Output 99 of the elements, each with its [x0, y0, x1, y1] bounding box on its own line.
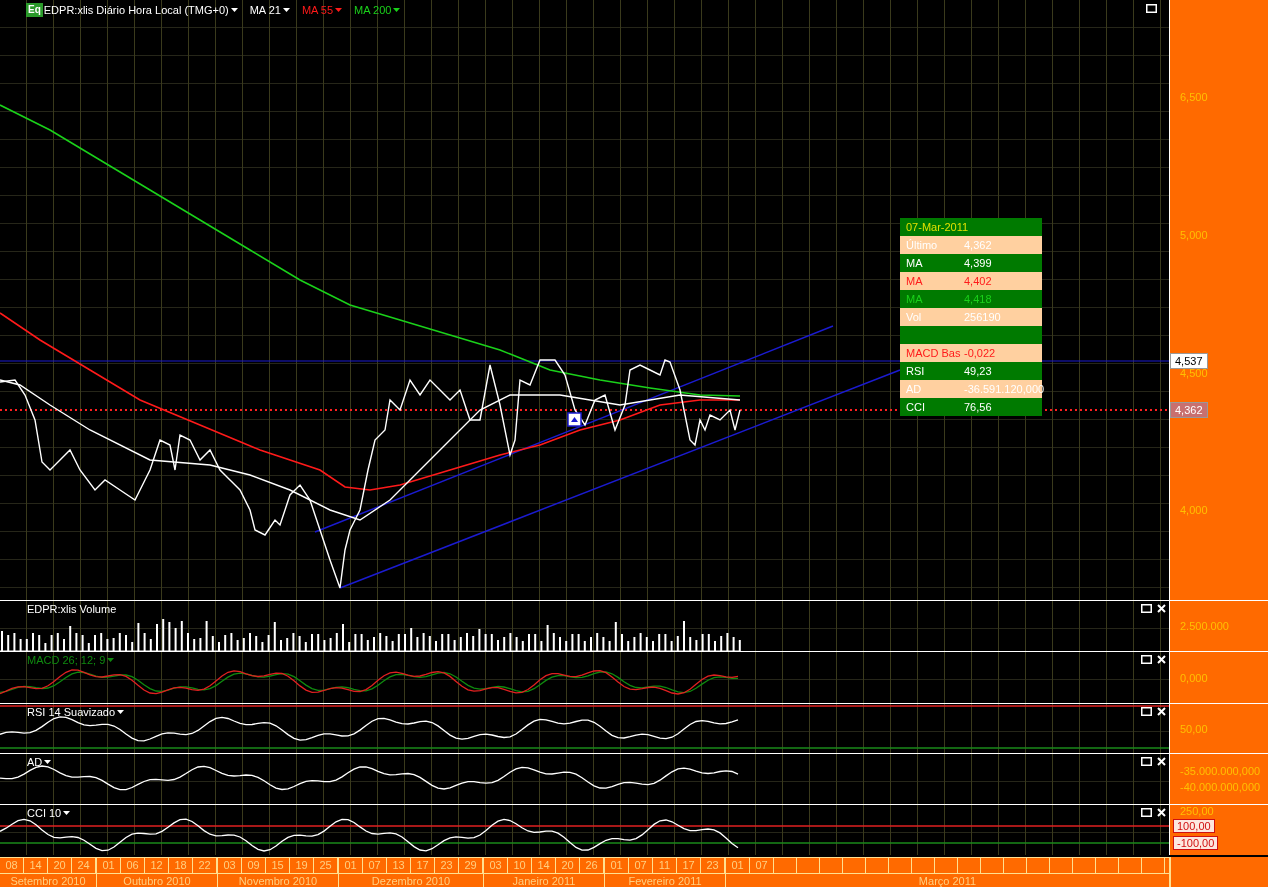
level-label: 100,00: [1173, 819, 1215, 833]
caret-icon[interactable]: [282, 8, 290, 12]
axis-tick-label: 4,000: [1180, 504, 1208, 516]
day-label: 15: [266, 858, 290, 873]
data-label: MA: [906, 293, 924, 305]
data-label: MACD Bas: [906, 347, 962, 359]
maximize-icon[interactable]: [1141, 655, 1152, 664]
close-icon[interactable]: [1157, 604, 1166, 613]
day-label: 07: [750, 858, 774, 873]
data-value: 49,23: [964, 365, 992, 377]
caret-icon[interactable]: [393, 8, 401, 12]
data-value: 256190: [964, 311, 1001, 323]
day-label: 01: [97, 858, 121, 873]
maximize-icon[interactable]: [1146, 4, 1157, 13]
axis-tick-label: 2.500.000: [1180, 620, 1230, 632]
study-label[interactable]: MA 21: [249, 4, 281, 16]
day-label: 11: [653, 858, 677, 873]
day-label: 18: [169, 858, 193, 873]
day-label: 03: [484, 858, 508, 873]
data-label: CCI: [906, 401, 926, 413]
data-value: 4,399: [964, 257, 992, 269]
day-label: 01: [605, 858, 629, 873]
data-value: 4,418: [964, 293, 992, 305]
day-label: 08: [0, 858, 24, 873]
day-label: 29: [459, 858, 483, 873]
axis-tick-label: 5,000: [1180, 229, 1208, 241]
axis-tick-label: 50,00: [1180, 722, 1209, 735]
caret-icon[interactable]: [44, 760, 52, 764]
day-label: 17: [411, 858, 435, 873]
axis-tick-label: 4,500: [1180, 367, 1208, 379]
day-label: 23: [701, 858, 725, 873]
month-label: Setembro 2010: [9, 874, 87, 887]
price-marker: 4,537: [1170, 353, 1208, 369]
day-label: 01: [726, 858, 750, 873]
event-icon[interactable]: [567, 412, 582, 427]
close-icon[interactable]: [1157, 655, 1166, 664]
chart-title: EDPR:xlis Diário Hora Local (TMG+0): [43, 4, 229, 16]
axis-tick-label: -35.000.000,000: [1180, 765, 1262, 777]
day-label: 07: [363, 858, 387, 873]
axis-tick-label: -40.000.000,000: [1180, 781, 1262, 793]
day-label: 06: [121, 858, 145, 873]
day-label: 22: [193, 858, 217, 873]
data-value: 4,402: [964, 275, 992, 287]
data-value: 4,362: [964, 239, 992, 251]
panel-title: EDPR:xlis Volume: [27, 603, 117, 615]
data-window-date: 07-Mar-2011: [900, 218, 1042, 236]
maximize-icon[interactable]: [1141, 707, 1152, 716]
day-label: 14: [532, 858, 556, 873]
data-label: RSI: [906, 365, 926, 377]
day-label: 01: [339, 858, 363, 873]
level-label: -100,00: [1173, 836, 1219, 850]
price-marker: 4,362: [1170, 402, 1208, 418]
maximize-icon[interactable]: [1141, 604, 1152, 613]
day-label: 19: [290, 858, 314, 873]
axis-tick-label: 250,00: [1180, 805, 1215, 817]
maximize-icon[interactable]: [1141, 808, 1152, 817]
data-label: MA: [906, 275, 924, 287]
day-label: 20: [556, 858, 580, 873]
day-label: 26: [580, 858, 604, 873]
day-label: 25: [314, 858, 338, 873]
data-label: Último: [906, 239, 939, 251]
day-label: 14: [24, 858, 48, 873]
day-label: 20: [48, 858, 72, 873]
caret-icon[interactable]: [63, 811, 71, 815]
data-value: -0,022: [964, 347, 996, 359]
month-label: Novembro 2010: [237, 874, 319, 887]
month-label: Outubro 2010: [122, 874, 192, 887]
data-value: 76,56: [964, 401, 992, 413]
day-label: 24: [72, 858, 96, 873]
maximize-icon[interactable]: [1141, 757, 1152, 766]
panel-title: RSI 14 Suavizado: [27, 706, 116, 718]
study-label[interactable]: MA 200: [354, 4, 392, 16]
day-label: 13: [387, 858, 411, 873]
axis-tick-label: 6,500: [1180, 91, 1208, 103]
axis-tick-label: 0,000: [1180, 671, 1209, 684]
month-label: Fevereiro 2011: [627, 874, 703, 887]
data-label: MA: [906, 257, 924, 269]
close-icon[interactable]: [1157, 757, 1166, 766]
caret-icon[interactable]: [230, 8, 238, 12]
day-label: 12: [145, 858, 169, 873]
study-label[interactable]: MA 55: [301, 4, 334, 16]
caret-icon[interactable]: [117, 710, 125, 714]
day-label: 17: [677, 858, 701, 873]
close-icon[interactable]: [1157, 808, 1166, 817]
symbol-badge: Eq: [26, 3, 43, 17]
day-label: 23: [435, 858, 459, 873]
panel-title: CCI 10: [27, 807, 62, 819]
data-label: Vol: [906, 311, 923, 323]
close-icon[interactable]: [1157, 707, 1166, 716]
day-label: 07: [629, 858, 653, 873]
data-label: AD: [906, 383, 923, 395]
month-label: Março 2011: [917, 874, 978, 887]
day-label: 09: [242, 858, 266, 873]
panel-title: AD: [27, 756, 43, 768]
panel-title: MACD 26; 12; 9: [27, 654, 106, 666]
month-label: Janeiro 2011: [511, 874, 577, 887]
day-label: 10: [508, 858, 532, 873]
day-label: 03: [218, 858, 242, 873]
month-label: Dezembro 2010: [370, 874, 452, 887]
